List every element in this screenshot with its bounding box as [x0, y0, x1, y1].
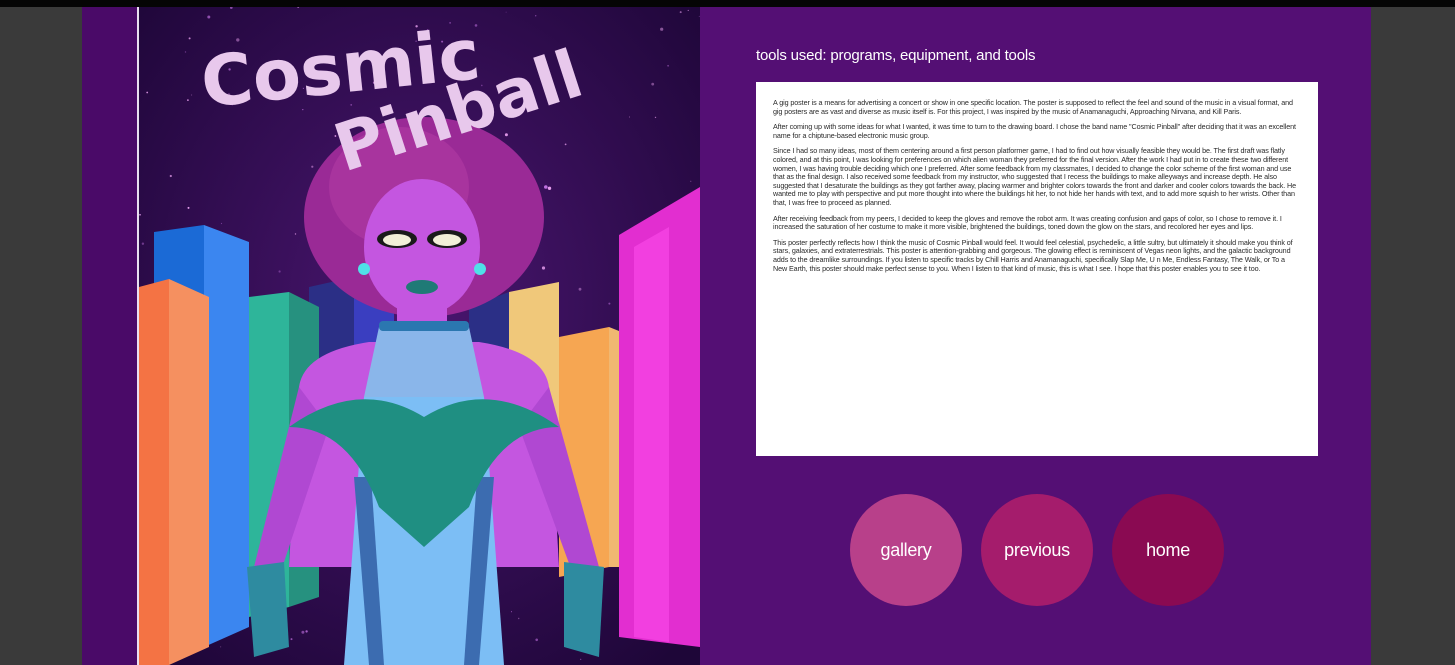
star — [535, 15, 537, 17]
body-paragraph: This poster perfectly reflects how I thi… — [773, 237, 1293, 273]
star — [311, 165, 314, 168]
star — [580, 658, 582, 660]
costume-choker — [379, 321, 469, 331]
star — [690, 180, 692, 182]
building-blue-right — [204, 225, 249, 647]
star — [220, 222, 223, 225]
star — [535, 638, 538, 642]
star — [687, 9, 689, 11]
star — [518, 617, 520, 620]
body-paragraph: Since I had so many ideas, most of them … — [773, 146, 1297, 207]
star — [220, 646, 222, 648]
left-side-panel — [0, 7, 82, 665]
star — [188, 37, 191, 40]
star — [278, 270, 281, 273]
right-side-panel — [1371, 7, 1455, 665]
left-earring — [358, 263, 370, 275]
star — [651, 82, 655, 86]
right-earring — [474, 263, 486, 275]
star — [187, 99, 189, 101]
star — [629, 116, 630, 118]
star — [654, 116, 657, 119]
lips — [406, 280, 438, 294]
cosmic-pinball-poster: Cosmic Pinball — [139, 7, 700, 665]
star — [290, 638, 293, 641]
star — [169, 174, 172, 178]
star — [294, 233, 297, 235]
costume-collar — [364, 327, 484, 397]
gallery-button[interactable]: gallery — [850, 494, 962, 606]
left-glove — [247, 562, 289, 657]
star — [191, 94, 193, 96]
left-eye — [383, 234, 411, 246]
star — [187, 206, 190, 209]
star — [544, 185, 548, 189]
star — [184, 51, 187, 53]
right-glove — [564, 562, 604, 657]
star — [207, 15, 211, 19]
main-content: Cosmic Pinball tools used: programs, equ… — [82, 7, 1371, 665]
star — [305, 630, 308, 633]
star — [139, 214, 141, 216]
body-paragraph: After receiving feedback from my peers, … — [773, 213, 1282, 232]
star — [301, 630, 305, 634]
star — [564, 143, 567, 146]
top-bar — [0, 0, 1455, 7]
star — [511, 611, 512, 613]
building-orange-side — [169, 279, 209, 665]
previous-button[interactable]: previous — [981, 494, 1093, 606]
star — [679, 11, 682, 14]
star — [608, 302, 611, 305]
poster-illustration: Cosmic Pinball — [139, 7, 700, 665]
section-heading: tools used: programs, equipment, and too… — [756, 47, 1036, 64]
face — [364, 179, 480, 315]
home-button[interactable]: home — [1112, 494, 1224, 606]
building-orange — [139, 279, 169, 665]
star — [505, 11, 507, 13]
description-textbox: A gig poster is a means for advertising … — [756, 82, 1318, 456]
star — [660, 27, 664, 31]
star — [146, 91, 149, 94]
poster-left-margin — [82, 7, 137, 665]
star — [667, 64, 669, 67]
body-paragraph: After coming up with some ideas for what… — [773, 122, 1296, 140]
right-eye — [433, 234, 461, 246]
star — [578, 287, 582, 291]
body-paragraph: A gig poster is a means for advertising … — [773, 98, 1293, 116]
star — [698, 15, 700, 17]
star — [141, 242, 145, 245]
star — [547, 186, 552, 190]
star — [541, 266, 546, 270]
building-magenta-front — [634, 227, 669, 642]
